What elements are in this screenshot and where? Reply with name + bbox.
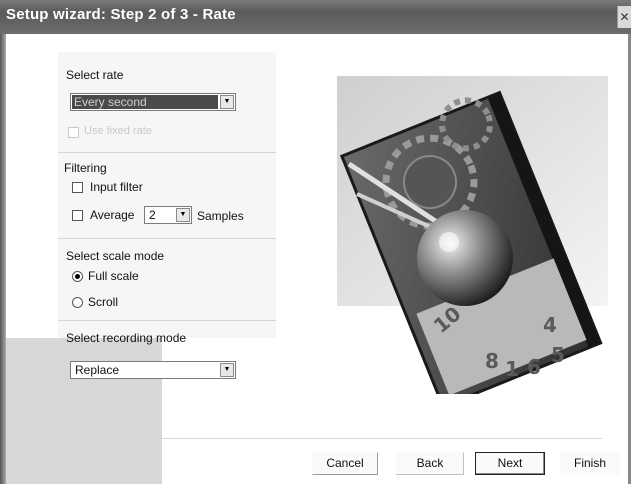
recording-mode-heading: Select recording mode xyxy=(66,331,187,345)
recording-mode-dropdown[interactable]: Replace ▼ xyxy=(70,361,236,379)
next-button[interactable]: Next xyxy=(475,452,545,475)
divider xyxy=(58,320,276,321)
close-icon[interactable]: ✕ xyxy=(617,6,631,28)
fixed-rate-checkbox[interactable] xyxy=(68,127,79,138)
chevron-down-icon[interactable]: ▼ xyxy=(220,363,234,377)
numeral: 6 xyxy=(527,355,541,379)
filtering-heading: Filtering xyxy=(64,161,107,175)
scroll-label: Scroll xyxy=(88,295,119,309)
cancel-button[interactable]: Cancel xyxy=(312,452,378,475)
window-title: Setup wizard: Step 2 of 3 - Rate xyxy=(6,6,236,23)
scale-mode-heading: Select scale mode xyxy=(66,249,165,263)
average-samples-value: 2 xyxy=(149,208,156,222)
numeral: 5 xyxy=(551,343,565,367)
divider xyxy=(58,152,276,153)
numeral: 8 xyxy=(485,349,499,373)
clock-gear-illustration: 4 5 6 1 8 10 xyxy=(337,76,608,394)
fixed-rate-label: Use fixed rate xyxy=(84,125,152,137)
side-panel-background xyxy=(6,338,162,484)
select-rate-heading: Select rate xyxy=(66,68,124,82)
metal-sphere xyxy=(417,210,513,306)
back-button[interactable]: Back xyxy=(396,452,464,475)
divider xyxy=(58,238,276,239)
setup-wizard-window: Setup wizard: Step 2 of 3 - Rate ✕ Selec… xyxy=(0,0,631,484)
numeral: 1 xyxy=(505,357,519,381)
average-label: Average xyxy=(90,208,135,222)
finish-button[interactable]: Finish xyxy=(560,452,620,475)
button-divider xyxy=(162,438,602,439)
samples-label: Samples xyxy=(197,209,244,223)
rate-dropdown-value: Every second xyxy=(72,95,218,109)
chevron-down-icon[interactable]: ▼ xyxy=(176,208,190,222)
input-filter-checkbox[interactable] xyxy=(72,182,83,193)
full-scale-label: Full scale xyxy=(88,269,139,283)
average-samples-dropdown[interactable]: 2 ▼ xyxy=(144,206,192,224)
average-checkbox[interactable] xyxy=(72,210,83,221)
title-bar[interactable]: Setup wizard: Step 2 of 3 - Rate ✕ xyxy=(0,0,631,34)
numeral: 4 xyxy=(543,313,557,337)
rate-dropdown[interactable]: Every second ▼ xyxy=(70,93,236,111)
full-scale-radio[interactable] xyxy=(72,271,83,282)
scroll-radio[interactable] xyxy=(72,297,83,308)
input-filter-label: Input filter xyxy=(90,180,143,194)
recording-mode-value: Replace xyxy=(75,363,120,377)
sphere-highlight xyxy=(439,232,459,252)
chevron-down-icon[interactable]: ▼ xyxy=(220,95,234,109)
